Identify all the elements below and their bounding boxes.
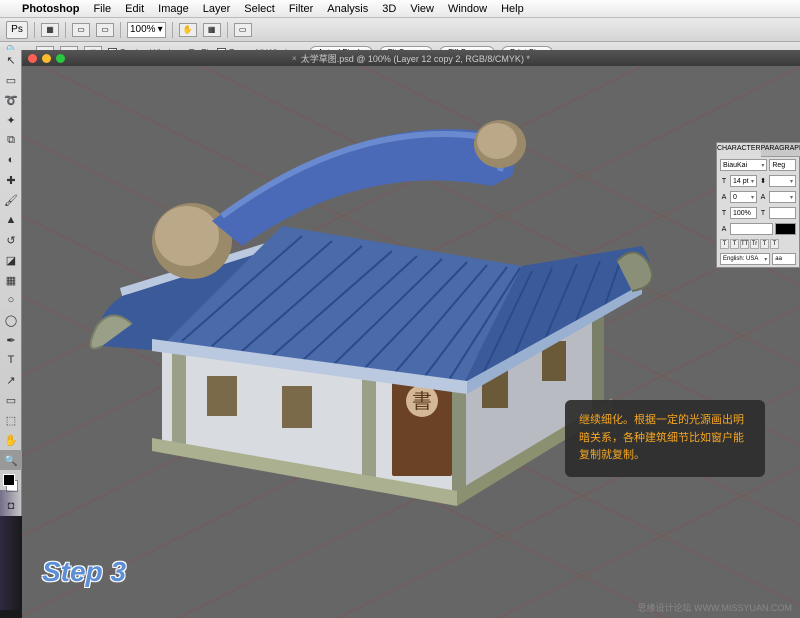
type-tool-icon[interactable]: T bbox=[0, 350, 22, 370]
kerning-field[interactable]: 0▾ bbox=[730, 191, 757, 203]
view-extras-icon[interactable]: ▭ bbox=[72, 23, 90, 37]
path-select-tool-icon[interactable]: ↗ bbox=[0, 370, 22, 390]
tools-panel: ↖ ▭ ➰ ✦ ⧉ ◐ ✚ 🖌 ▲ ↺ ◪ ▦ ○ ◯ ✒ T ↗ ▭ ⬚ ✋ … bbox=[0, 50, 22, 516]
3d-tool-icon[interactable]: ⬚ bbox=[0, 410, 22, 430]
language-select[interactable]: English: USA▾ bbox=[720, 253, 770, 265]
mac-menubar: Photoshop File Edit Image Layer Select F… bbox=[0, 0, 800, 18]
leading-field[interactable]: ▾ bbox=[769, 175, 796, 187]
hand-tool-icon[interactable]: ✋ bbox=[0, 430, 22, 450]
baseline-icon: A bbox=[720, 226, 728, 233]
smallcaps-button[interactable]: Tr bbox=[750, 239, 759, 249]
dodge-tool-icon[interactable]: ◯ bbox=[0, 310, 22, 330]
menu-filter[interactable]: Filter bbox=[289, 3, 313, 15]
menu-window[interactable]: Window bbox=[448, 3, 487, 15]
dock-edge bbox=[0, 490, 22, 610]
ps-logo-icon[interactable]: Ps bbox=[6, 21, 28, 39]
eyedropper-tool-icon[interactable]: ◐ bbox=[0, 150, 22, 170]
eraser-tool-icon[interactable]: ◪ bbox=[0, 250, 22, 270]
document-window: × 太学草图.psd @ 100% (Layer 12 copy 2, RGB/… bbox=[22, 50, 800, 618]
tracking-icon: A bbox=[759, 194, 767, 201]
menu-help[interactable]: Help bbox=[501, 3, 524, 15]
document-title: 太学草图.psd @ 100% (Layer 12 copy 2, RGB/8/… bbox=[301, 52, 530, 65]
maximize-window-button[interactable] bbox=[56, 54, 65, 63]
hscale-field[interactable] bbox=[769, 207, 796, 219]
move-tool-icon[interactable]: ↖ bbox=[0, 50, 22, 70]
subscript-button[interactable]: T bbox=[770, 239, 779, 249]
chevron-down-icon: ▾ bbox=[158, 24, 163, 35]
vscale-icon: T bbox=[720, 210, 728, 217]
faux-italic-button[interactable]: T bbox=[730, 239, 739, 249]
character-panel[interactable]: CHARACTER PARAGRAPH BiauKai▾ Reg T 14 pt… bbox=[716, 142, 800, 268]
window-controls bbox=[28, 54, 65, 63]
screen-mode-icon[interactable]: ▭ bbox=[234, 23, 252, 37]
menu-layer[interactable]: Layer bbox=[203, 3, 231, 15]
marquee-tool-icon[interactable]: ▭ bbox=[0, 70, 22, 90]
foreground-color[interactable] bbox=[3, 474, 15, 486]
antialias-select[interactable]: aa bbox=[772, 253, 796, 265]
canvas-artwork: 書 bbox=[22, 66, 800, 618]
tutorial-annotation: 继续细化。根据一定的光源画出明暗关系，各种建筑细节比如窗户能复制就复制。 bbox=[565, 400, 765, 477]
kerning-icon: A bbox=[720, 194, 728, 201]
zoom-value: 100% bbox=[130, 24, 156, 35]
brush-tool-icon[interactable]: 🖌 bbox=[0, 190, 22, 210]
tracking-field[interactable]: ▾ bbox=[769, 191, 796, 203]
gradient-tool-icon[interactable]: ▦ bbox=[0, 270, 22, 290]
font-family-select[interactable]: BiauKai▾ bbox=[720, 159, 767, 171]
font-style-select[interactable]: Reg bbox=[769, 159, 796, 171]
font-size-icon: T bbox=[720, 178, 728, 185]
shape-tool-icon[interactable]: ▭ bbox=[0, 390, 22, 410]
app-menu[interactable]: Photoshop bbox=[22, 3, 79, 15]
menu-view[interactable]: View bbox=[410, 3, 434, 15]
magic-wand-tool-icon[interactable]: ✦ bbox=[0, 110, 22, 130]
menu-image[interactable]: Image bbox=[158, 3, 189, 15]
font-size-field[interactable]: 14 pt▾ bbox=[730, 175, 757, 187]
hscale-icon: T bbox=[759, 210, 767, 217]
allcaps-button[interactable]: TT bbox=[740, 239, 749, 249]
menu-select[interactable]: Select bbox=[244, 3, 275, 15]
text-color-swatch[interactable] bbox=[775, 223, 796, 235]
baseline-field[interactable] bbox=[730, 223, 773, 235]
minimize-window-button[interactable] bbox=[42, 54, 51, 63]
menu-file[interactable]: File bbox=[93, 3, 111, 15]
window-titlebar[interactable]: × 太学草图.psd @ 100% (Layer 12 copy 2, RGB/… bbox=[22, 50, 800, 66]
annotation-text: 继续细化。根据一定的光源画出明暗关系，各种建筑细节比如窗户能复制就复制。 bbox=[579, 414, 744, 461]
launch-bridge-icon[interactable]: ▦ bbox=[41, 23, 59, 37]
menu-analysis[interactable]: Analysis bbox=[327, 3, 368, 15]
canvas[interactable]: 書 bbox=[22, 66, 800, 618]
app-toolbar: Ps ▦ ▭ ▭ 100% ▾ ✋ ▦ ▭ bbox=[0, 18, 800, 42]
menu-edit[interactable]: Edit bbox=[125, 3, 144, 15]
lasso-tool-icon[interactable]: ➰ bbox=[0, 90, 22, 110]
zoom-level-select[interactable]: 100% ▾ bbox=[127, 22, 166, 38]
hand-tool-icon[interactable]: ✋ bbox=[179, 23, 197, 37]
tab-paragraph[interactable]: PARAGRAPH bbox=[761, 143, 800, 157]
crop-tool-icon[interactable]: ⧉ bbox=[0, 130, 22, 150]
faux-bold-button[interactable]: T bbox=[720, 239, 729, 249]
leading-icon: ⬍ bbox=[759, 177, 767, 185]
zoom-tool-icon[interactable]: 🔍 bbox=[0, 450, 22, 470]
step-label: Step 3 bbox=[42, 556, 126, 588]
vscale-field[interactable]: 100% bbox=[730, 207, 757, 219]
menu-3d[interactable]: 3D bbox=[382, 3, 396, 15]
arrange-docs-icon[interactable]: ▦ bbox=[203, 23, 221, 37]
history-brush-tool-icon[interactable]: ↺ bbox=[0, 230, 22, 250]
watermark-text: 思缘设计论坛 WWW.MISSYUAN.COM bbox=[638, 601, 793, 614]
tab-character[interactable]: CHARACTER bbox=[717, 143, 761, 157]
pen-tool-icon[interactable]: ✒ bbox=[0, 330, 22, 350]
tab-close-icon[interactable]: × bbox=[292, 54, 297, 63]
blur-tool-icon[interactable]: ○ bbox=[0, 290, 22, 310]
close-window-button[interactable] bbox=[28, 54, 37, 63]
svg-text:書: 書 bbox=[412, 390, 432, 413]
type-style-buttons: T T TT Tr T T bbox=[717, 237, 799, 251]
view-extras2-icon[interactable]: ▭ bbox=[96, 23, 114, 37]
healing-tool-icon[interactable]: ✚ bbox=[0, 170, 22, 190]
superscript-button[interactable]: T bbox=[760, 239, 769, 249]
stamp-tool-icon[interactable]: ▲ bbox=[0, 210, 22, 230]
